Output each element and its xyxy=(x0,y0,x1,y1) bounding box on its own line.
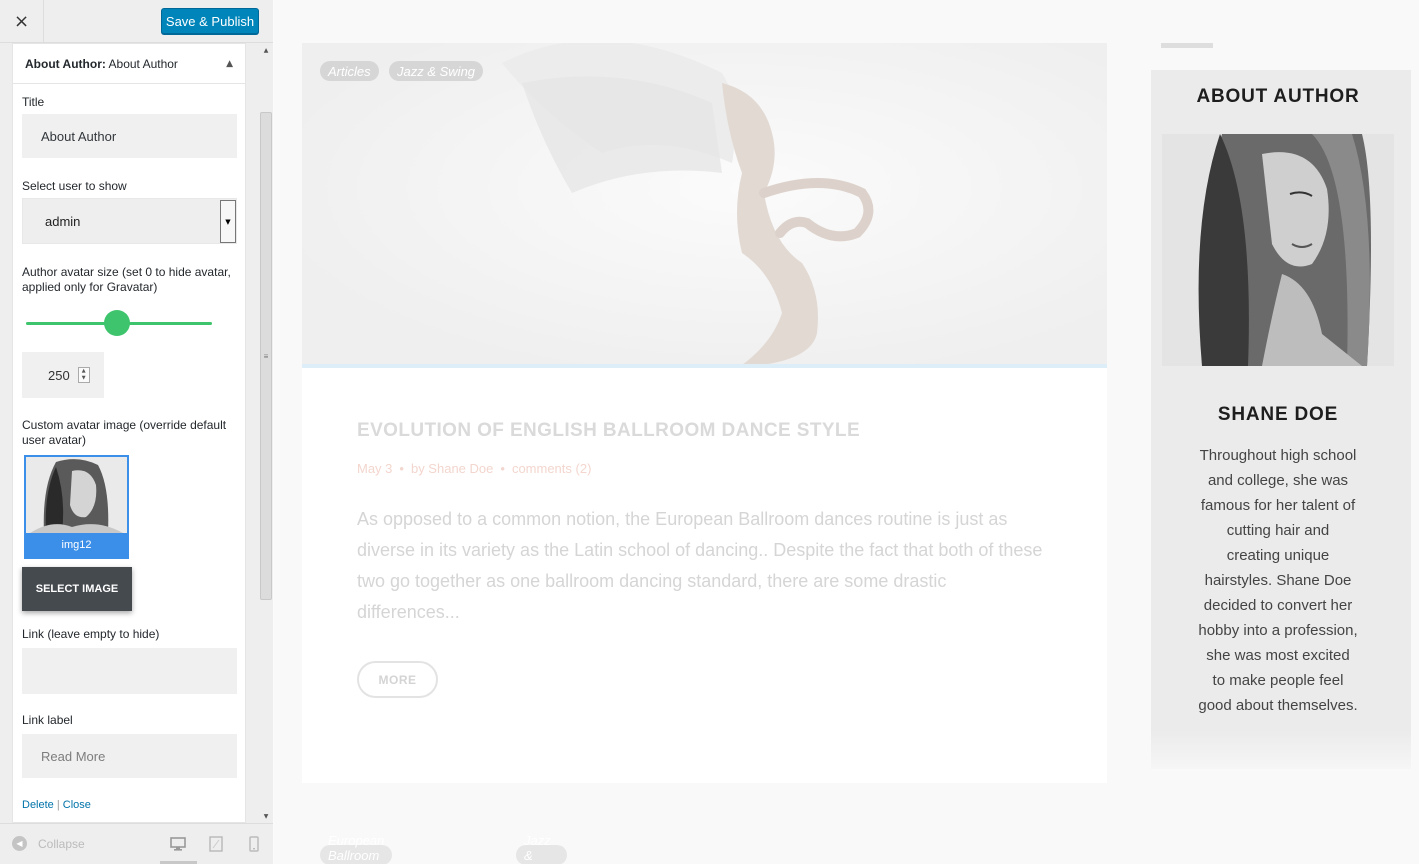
image-divider xyxy=(302,364,1107,368)
read-more-button[interactable]: MORE xyxy=(357,661,438,698)
customizer-sidebar: × Save & Publish About Author: About Aut… xyxy=(0,0,273,864)
avatar-size-value: 250 xyxy=(48,367,70,383)
widget-panel-title: About Author: About Author xyxy=(25,57,178,71)
collapse-arrow-left-icon: ◀ xyxy=(12,836,27,851)
post-meta: May 3 • by Shane Doe • comments (2) xyxy=(357,461,591,476)
scroll-up-arrow-icon[interactable]: ▲ xyxy=(259,43,273,57)
slider-handle[interactable] xyxy=(104,310,131,336)
collapse-label: Collapse xyxy=(38,836,85,851)
scroll-down-arrow-icon[interactable]: ▼ xyxy=(259,809,273,823)
customizer-footer: ◀ Collapse xyxy=(0,823,273,864)
widget-divider xyxy=(1161,43,1213,48)
close-widget-link[interactable]: Close xyxy=(63,799,91,811)
post-tag[interactable]: Articles xyxy=(320,61,379,81)
post-date[interactable]: May 3 xyxy=(357,461,392,476)
link-text-label: Link label xyxy=(22,713,73,727)
link-text-input[interactable]: Read More xyxy=(22,734,237,778)
title-input[interactable]: About Author xyxy=(22,114,237,158)
link-input[interactable] xyxy=(22,648,237,694)
widget-actions: Delete | Close xyxy=(22,799,236,811)
delete-widget-link[interactable]: Delete xyxy=(22,799,54,811)
action-separator: | xyxy=(56,799,60,811)
widget-panel: About Author: About Author ▲ Title About… xyxy=(12,43,246,823)
sidebar-scrollbar[interactable]: ▲ ≡ ▼ xyxy=(259,43,273,823)
widget-type-label: About Author: xyxy=(25,56,106,71)
widget-form: Title About Author Select user to show a… xyxy=(13,84,245,811)
mobile-icon[interactable] xyxy=(249,836,259,852)
user-select[interactable]: admin ▼ xyxy=(22,198,237,244)
spinner-arrows-icon[interactable]: ▲ ▼ xyxy=(77,367,90,383)
custom-avatar-label: Custom avatar image (override default us… xyxy=(22,418,227,447)
collapse-sidebar-button[interactable]: ◀ Collapse xyxy=(12,836,85,851)
dropdown-arrow-icon[interactable]: ▼ xyxy=(220,200,236,243)
about-author-widget: ABOUT AUTHOR SHANE DOE Throughout high s… xyxy=(1151,70,1411,769)
post-card: Articles Jazz & Swing EVOLUTION OF ENGLI… xyxy=(302,43,1107,783)
post-featured-image[interactable]: Articles Jazz & Swing xyxy=(302,43,1107,365)
dancer-image xyxy=(302,43,1107,365)
author-name: SHANE DOE xyxy=(1217,404,1339,425)
post-title[interactable]: EVOLUTION OF ENGLISH BALLROOM DANCE STYL… xyxy=(357,420,860,442)
post-tag[interactable]: Jazz & Swing xyxy=(516,833,568,864)
title-label: Title xyxy=(22,95,45,109)
post-comments-link[interactable]: comments (2) xyxy=(512,461,591,476)
post-tag[interactable]: Jazz & Swing xyxy=(389,61,484,81)
widget-fade-overlay xyxy=(1151,730,1411,770)
save-publish-button[interactable]: Save & Publish xyxy=(161,8,259,34)
post-author-link[interactable]: by Shane Doe xyxy=(411,461,493,476)
link-label: Link (leave empty to hide) xyxy=(22,627,160,641)
post-excerpt: As opposed to a common notion, the Europ… xyxy=(357,509,1043,622)
meta-separator: • xyxy=(500,461,505,476)
scrollbar-thumb[interactable]: ≡ xyxy=(260,112,272,600)
desktop-icon[interactable] xyxy=(170,836,186,852)
meta-separator: • xyxy=(399,461,404,476)
widget-title: ABOUT AUTHOR xyxy=(1196,86,1360,107)
avatar-size-stepper[interactable]: 250 ▲ ▼ xyxy=(22,352,104,398)
author-photo-image xyxy=(1162,134,1394,366)
collapse-arrow-icon[interactable]: ▲ xyxy=(226,59,233,69)
site-preview: Articles Jazz & Swing EVOLUTION OF ENGLI… xyxy=(274,0,1419,864)
author-bio: Throughout high school and college, she … xyxy=(1198,447,1358,714)
widget-instance-title: About Author xyxy=(108,56,178,71)
post-tag[interactable]: European Ballroom Dances xyxy=(320,833,393,864)
custom-avatar-thumbnail[interactable]: img12 xyxy=(24,455,129,559)
user-select-label: Select user to show xyxy=(22,179,127,193)
avatar-size-slider[interactable] xyxy=(26,310,212,336)
user-select-value: admin xyxy=(45,213,81,229)
tablet-icon[interactable] xyxy=(209,836,223,852)
image-caption: img12 xyxy=(26,533,127,557)
avatar-size-label: Author avatar size (set 0 to hide avatar… xyxy=(22,265,231,294)
widget-panel-header[interactable]: About Author: About Author ▲ xyxy=(13,44,245,84)
author-avatar xyxy=(1162,134,1394,366)
customizer-header: × Save & Publish xyxy=(0,0,273,43)
close-customizer-button[interactable]: × xyxy=(0,0,44,43)
select-image-button[interactable]: SELECT IMAGE xyxy=(22,567,132,611)
